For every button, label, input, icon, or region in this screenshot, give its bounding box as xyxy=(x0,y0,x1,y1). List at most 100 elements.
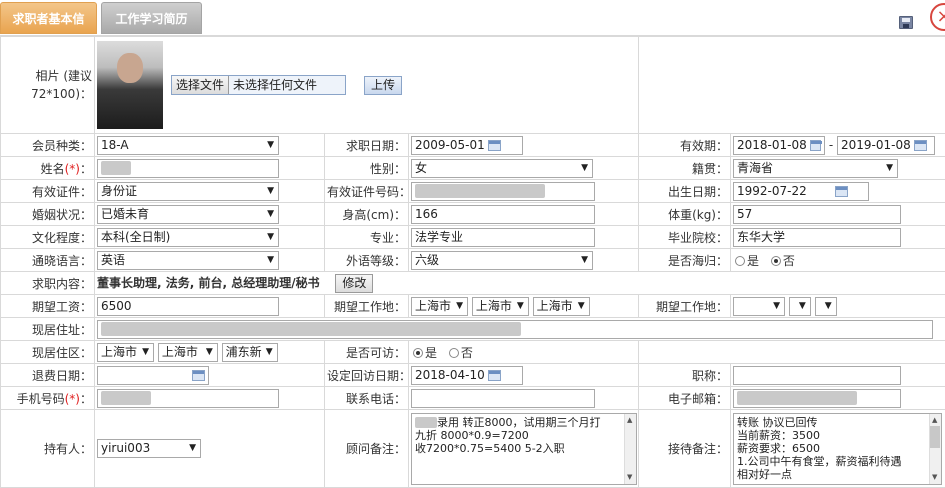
school-input[interactable]: 东华大学 xyxy=(733,228,901,247)
valid-separator: - xyxy=(829,138,833,152)
chevron-down-icon: ▼ xyxy=(267,137,274,154)
weight-input[interactable]: 57 xyxy=(733,205,901,224)
choose-file-button[interactable]: 选择文件 xyxy=(172,76,229,94)
salary-label: 期望工资： xyxy=(1,295,95,318)
close-icon[interactable]: × xyxy=(930,3,945,31)
birth-date-field[interactable]: 1992-07-22 xyxy=(733,182,869,201)
height-input[interactable]: 166 xyxy=(411,205,595,224)
area-empty-cell xyxy=(639,341,945,364)
contact-no-radio[interactable] xyxy=(449,348,459,358)
calendar-icon[interactable] xyxy=(914,140,927,151)
gender-label: 性别： xyxy=(325,157,409,180)
overseas-no-label: 否 xyxy=(783,254,795,268)
mobile-label: 手机号码(*)： xyxy=(1,387,95,410)
major-input[interactable]: 法学专业 xyxy=(411,228,595,247)
valid-label: 有效期： xyxy=(639,134,731,157)
contact-yes-radio[interactable] xyxy=(413,348,423,358)
gender-select[interactable]: 女▼ xyxy=(411,159,593,178)
calendar-icon[interactable] xyxy=(810,140,821,151)
native-select[interactable]: 青海省▼ xyxy=(733,159,898,178)
place-district-select[interactable]: 上海市▼ xyxy=(533,297,590,316)
tab-basic-info[interactable]: 求职者基本信息 xyxy=(0,2,97,34)
edu-label: 文化程度： xyxy=(1,226,95,249)
place2-label: 期望工作地： xyxy=(639,295,731,318)
level-label: 外语等级： xyxy=(325,249,409,272)
lang-select[interactable]: 英语▼ xyxy=(97,251,279,270)
chevron-down-icon: ▼ xyxy=(267,229,274,246)
tab-bar: 求职者基本信息 工作学习简历 × xyxy=(0,0,945,36)
tel-input[interactable] xyxy=(411,389,595,408)
place2-province-select[interactable]: ▼ xyxy=(733,297,785,316)
apply-date-field[interactable]: 2009-05-01 xyxy=(411,136,523,155)
calendar-icon[interactable] xyxy=(835,186,848,197)
chevron-down-icon: ▼ xyxy=(189,440,196,457)
mobile-input[interactable] xyxy=(97,389,279,408)
owner-label: 持有人： xyxy=(1,410,95,488)
id-type-label: 有效证件： xyxy=(1,180,95,203)
consult-notes-textarea[interactable]: 录用 转正8000，试用期三个月打 九折 8000*0.9=7200 收7200… xyxy=(411,413,637,485)
area-label: 现居住区： xyxy=(1,341,95,364)
chevron-down-icon: ▼ xyxy=(267,252,274,269)
save-icon[interactable] xyxy=(899,16,913,29)
member-type-label: 会员种类： xyxy=(1,134,95,157)
name-input[interactable] xyxy=(97,159,279,178)
email-input[interactable] xyxy=(733,389,901,408)
id-no-label: 有效证件号码： xyxy=(325,180,409,203)
lang-label: 通晓语言： xyxy=(1,249,95,272)
photo-label: 相片 (建议72*100)： xyxy=(1,37,95,134)
salary-input[interactable]: 6500 xyxy=(97,297,279,316)
refund-label: 退费日期： xyxy=(1,364,95,387)
chevron-down-icon: ▼ xyxy=(886,160,893,177)
upload-button[interactable]: 上传 xyxy=(364,76,402,95)
calendar-icon[interactable] xyxy=(192,370,205,381)
chevron-down-icon: ▼ xyxy=(581,252,588,269)
chevron-down-icon: ▼ xyxy=(267,206,274,223)
tab-work-history[interactable]: 工作学习简历 xyxy=(101,2,202,34)
place-label: 期望工作地： xyxy=(325,295,409,318)
owner-select[interactable]: yirui003▼ xyxy=(97,439,201,458)
photo-empty-cell xyxy=(639,37,945,134)
marriage-select[interactable]: 已婚未育▼ xyxy=(97,205,279,224)
visit-date-field[interactable]: 2018-04-10 xyxy=(411,366,523,385)
valid-from-field[interactable]: 2018-01-08 xyxy=(733,136,825,155)
address-input[interactable] xyxy=(97,320,933,339)
contact-no-label: 否 xyxy=(461,346,473,360)
place-province-select[interactable]: 上海市▼ xyxy=(411,297,468,316)
file-input[interactable]: 选择文件 未选择任何文件 xyxy=(171,75,346,95)
school-label: 毕业院校： xyxy=(639,226,731,249)
major-label: 专业： xyxy=(325,226,409,249)
area-district-select[interactable]: 浦东新▼ xyxy=(222,343,278,362)
tel-label: 联系电话： xyxy=(325,387,409,410)
applicant-form: 相片 (建议72*100)： 选择文件 未选择任何文件 上传 会员种类： 18-… xyxy=(0,36,945,488)
content-label: 求职内容： xyxy=(1,272,95,295)
id-type-select[interactable]: 身份证▼ xyxy=(97,182,279,201)
overseas-yes-radio[interactable] xyxy=(735,256,745,266)
id-number-input[interactable] xyxy=(411,182,595,201)
title-input[interactable] xyxy=(733,366,901,385)
contact-yes-label: 是 xyxy=(425,346,437,360)
reception-notes-textarea[interactable]: 转账 协议已回传 当前薪资：3500 薪资要求：6500 1.公司中午有食堂，薪… xyxy=(733,413,942,485)
level-select[interactable]: 六级▼ xyxy=(411,251,593,270)
area-province-select[interactable]: 上海市▼ xyxy=(97,343,154,362)
place2-city-select[interactable]: ▼ xyxy=(789,297,811,316)
calendar-icon[interactable] xyxy=(488,370,501,381)
weight-label: 体重(kg)： xyxy=(639,203,731,226)
place2-district-select[interactable]: ▼ xyxy=(815,297,837,316)
scrollbar[interactable] xyxy=(624,414,636,484)
scrollbar[interactable] xyxy=(929,414,941,484)
birth-label: 出生日期： xyxy=(639,180,731,203)
calendar-icon[interactable] xyxy=(488,140,501,151)
edit-content-button[interactable]: 修改 xyxy=(335,274,373,293)
name-label: 姓名(*)： xyxy=(1,157,95,180)
member-type-select[interactable]: 18-A▼ xyxy=(97,136,279,155)
edu-select[interactable]: 本科(全日制)▼ xyxy=(97,228,279,247)
valid-to-field[interactable]: 2019-01-08 xyxy=(837,136,935,155)
visit-label: 设定回访日期： xyxy=(325,364,409,387)
place-city-select[interactable]: 上海市▼ xyxy=(472,297,529,316)
refund-date-field[interactable] xyxy=(97,366,209,385)
overseas-no-radio[interactable] xyxy=(771,256,781,266)
marriage-label: 婚姻状况： xyxy=(1,203,95,226)
file-status: 未选择任何文件 xyxy=(229,76,345,94)
area-city-select[interactable]: 上海市▼ xyxy=(158,343,218,362)
native-label: 籍贯： xyxy=(639,157,731,180)
